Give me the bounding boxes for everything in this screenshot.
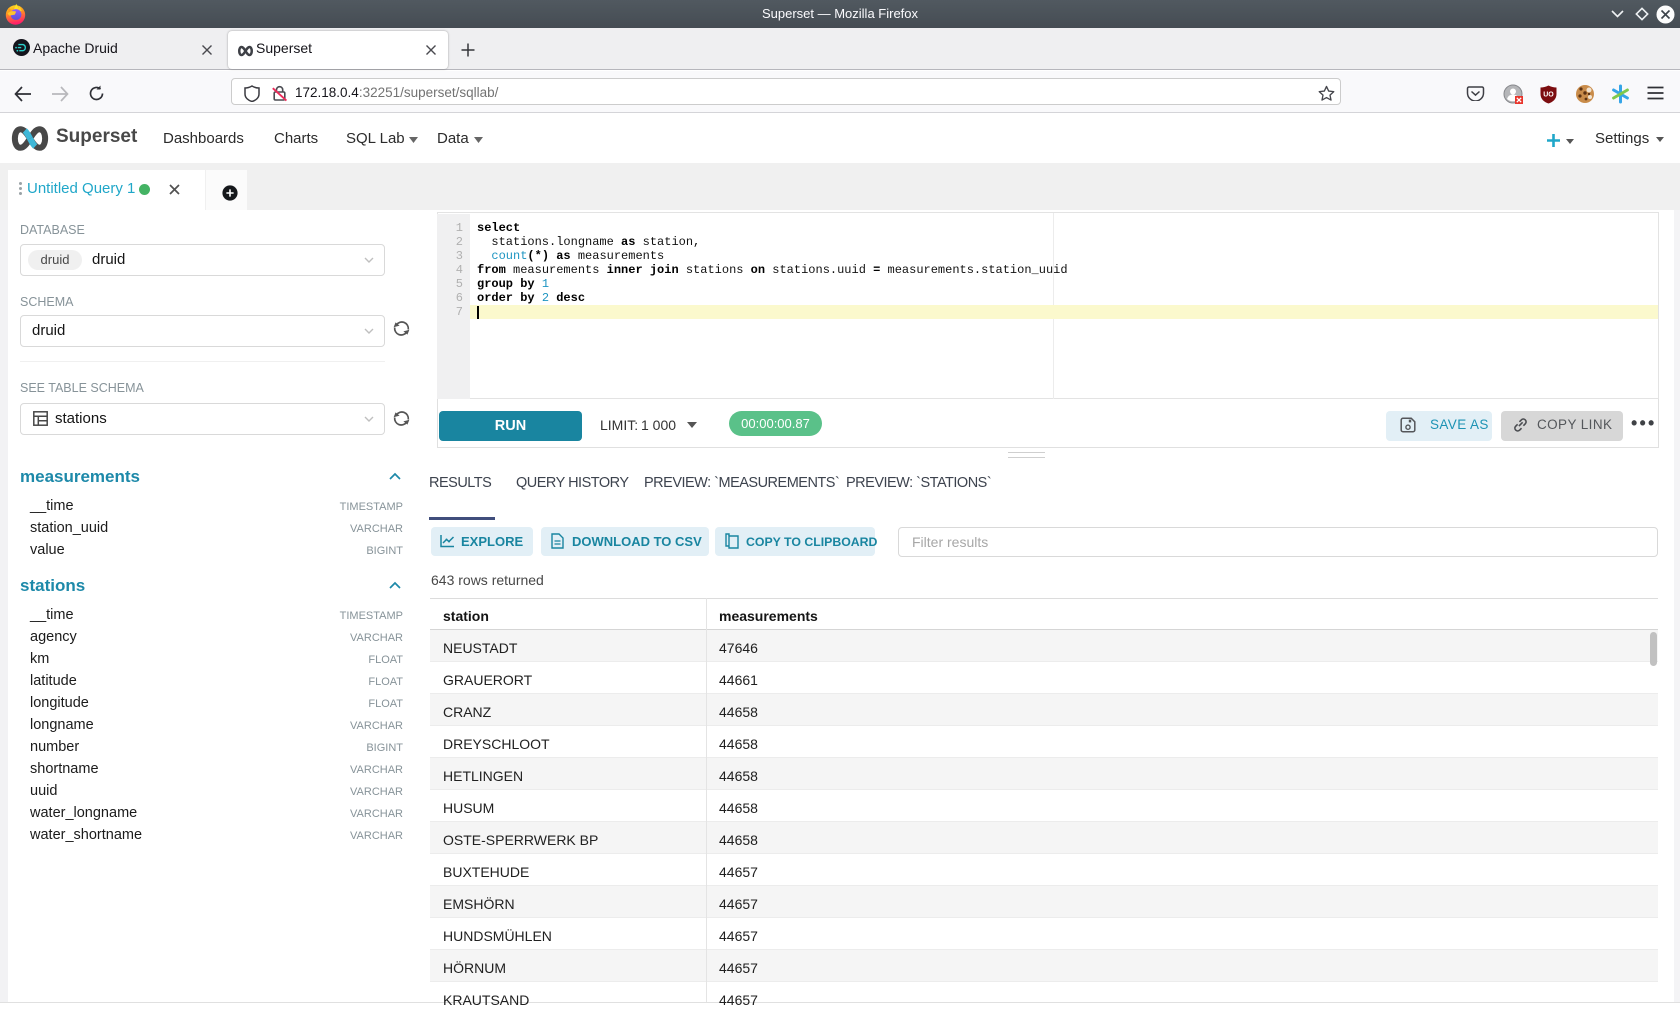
svg-text:UO: UO [1543,92,1554,99]
